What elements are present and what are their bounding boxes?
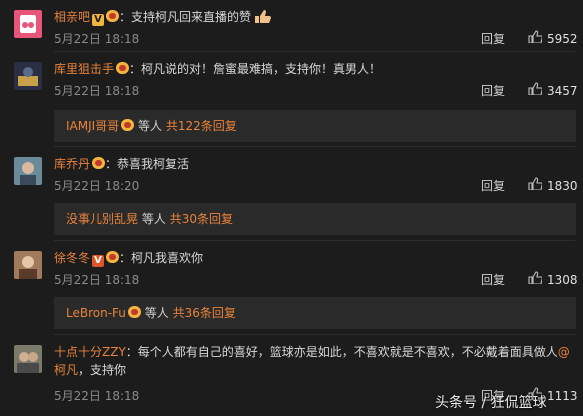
reply-button[interactable]: 回复 <box>481 271 505 288</box>
comment-time: 5月22日 18:18 <box>54 84 140 98</box>
like-count: 5952 <box>547 32 578 46</box>
medal-icon <box>92 157 106 169</box>
sub-reply-user[interactable]: LeBron-Fu <box>66 306 126 320</box>
sub-reply-user[interactable]: 没事儿别乱晃 <box>66 212 138 226</box>
watermark: 头条号 / 狂侃篮球 <box>435 395 547 411</box>
sub-reply-middle: 等人 <box>144 306 169 320</box>
sub-replies-bar[interactable]: 没事儿别乱晃 等人 共30条回复 <box>54 203 576 235</box>
like-button[interactable]: 5952 <box>528 30 578 46</box>
sub-reply-total[interactable]: 共122条回复 <box>166 119 237 133</box>
thumbs-up-icon <box>528 30 543 46</box>
comment-username[interactable]: 库里狙击手 <box>54 62 114 76</box>
comment-text-continued: ，支持你 <box>78 363 127 377</box>
sub-reply-total[interactable]: 共36条回复 <box>173 306 236 320</box>
like-button[interactable]: 1830 <box>528 177 578 193</box>
medal-icon <box>121 119 135 131</box>
avatar[interactable] <box>14 251 42 279</box>
reply-button[interactable]: 回复 <box>481 177 505 194</box>
avatar-image <box>14 345 42 373</box>
like-button[interactable]: 1308 <box>528 271 578 287</box>
comment-time: 5月22日 18:18 <box>54 32 140 46</box>
medal-icon <box>127 306 141 318</box>
comment-time: 5月22日 18:18 <box>54 389 140 403</box>
avatar[interactable] <box>14 345 42 373</box>
comment-username[interactable]: 徐冬冬 <box>54 251 90 265</box>
avatar[interactable] <box>14 62 42 90</box>
sub-replies-bar[interactable]: IAMJI哥哥 等人 共122条回复 <box>54 110 576 142</box>
thumbs-up-emoji-icon <box>253 9 272 23</box>
comment-username[interactable]: 库乔丹 <box>54 157 90 171</box>
verified-v-icon: V <box>92 255 105 267</box>
divider <box>54 51 575 52</box>
avatar[interactable] <box>14 157 42 185</box>
comment-text: ：柯凡我喜欢你 <box>119 251 204 265</box>
comment-time: 5月22日 18:20 <box>54 179 140 193</box>
comment-text: ：支持柯凡回来直播的赞 <box>119 10 252 24</box>
like-button[interactable]: 3457 <box>528 82 578 98</box>
medal-icon <box>116 62 130 74</box>
divider <box>54 146 575 147</box>
medal-icon <box>106 10 120 22</box>
divider <box>54 334 575 335</box>
reply-button[interactable]: 回复 <box>481 30 505 47</box>
like-count: 3457 <box>547 84 578 98</box>
comment-text: ：每个人都有自己的喜好，篮球亦是如此，不喜欢就是不喜欢，不必戴着面具做人 <box>125 345 558 359</box>
sub-replies-bar[interactable]: LeBron-Fu 等人 共36条回复 <box>54 297 576 329</box>
divider <box>54 240 575 241</box>
sub-reply-user[interactable]: IAMJI哥哥 <box>66 119 119 133</box>
avatar-image <box>14 62 42 90</box>
comment-text: ：柯凡说的对！詹蜜最难搞，支持你！真男人！ <box>129 62 382 76</box>
comment-username[interactable]: 相亲吧 <box>54 10 90 24</box>
sub-reply-middle: 等人 <box>138 119 163 133</box>
comment-text: ：恭喜我柯复活 <box>105 157 190 171</box>
avatar-image <box>14 10 42 38</box>
like-count: 1830 <box>547 179 578 193</box>
avatar[interactable] <box>14 10 42 38</box>
medal-icon <box>106 251 120 263</box>
sub-reply-total[interactable]: 共30条回复 <box>170 212 233 226</box>
comment-time: 5月22日 18:18 <box>54 273 140 287</box>
avatar-image <box>14 157 42 185</box>
thumbs-up-icon <box>528 271 543 287</box>
thumbs-up-icon <box>528 82 543 98</box>
like-count: 1308 <box>547 273 578 287</box>
avatar-image <box>14 251 42 279</box>
thumbs-up-icon <box>528 177 543 193</box>
verified-v-icon: V <box>92 14 105 26</box>
comment-username[interactable]: 十点十分ZZY <box>54 345 126 359</box>
sub-reply-middle: 等人 <box>141 212 166 226</box>
reply-button[interactable]: 回复 <box>481 82 505 99</box>
like-count: 1113 <box>547 389 578 403</box>
